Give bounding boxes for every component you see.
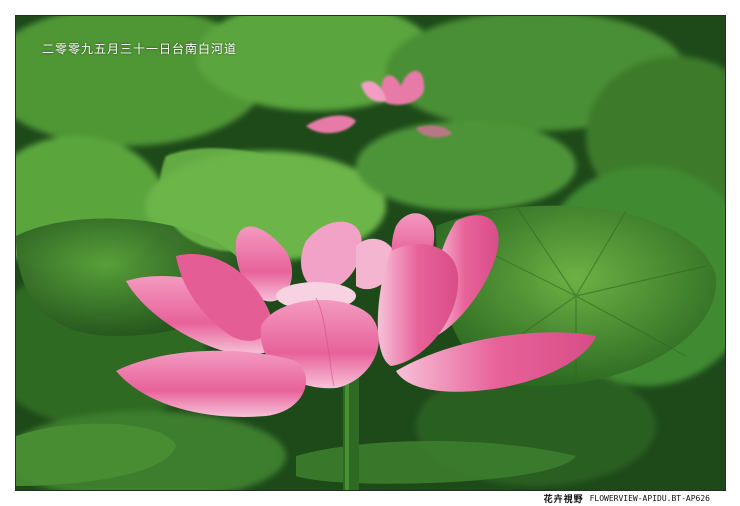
- footer-brand: 花卉視野: [543, 494, 584, 505]
- lotus-photo: 二零零九五月三十一日台南白河道: [15, 15, 726, 491]
- lotus-scene: [16, 16, 725, 490]
- watermark: 花卉視野 FLOWERVIEW-APIDU.BT-AP626: [544, 491, 710, 505]
- footer-site: FLOWERVIEW-APIDU.BT-AP626: [589, 493, 710, 503]
- photo-caption: 二零零九五月三十一日台南白河道: [42, 42, 238, 56]
- photo-frame: 二零零九五月三十一日台南白河道 花卉視野 FLOWERVIEW-APIDU.BT…: [0, 0, 740, 506]
